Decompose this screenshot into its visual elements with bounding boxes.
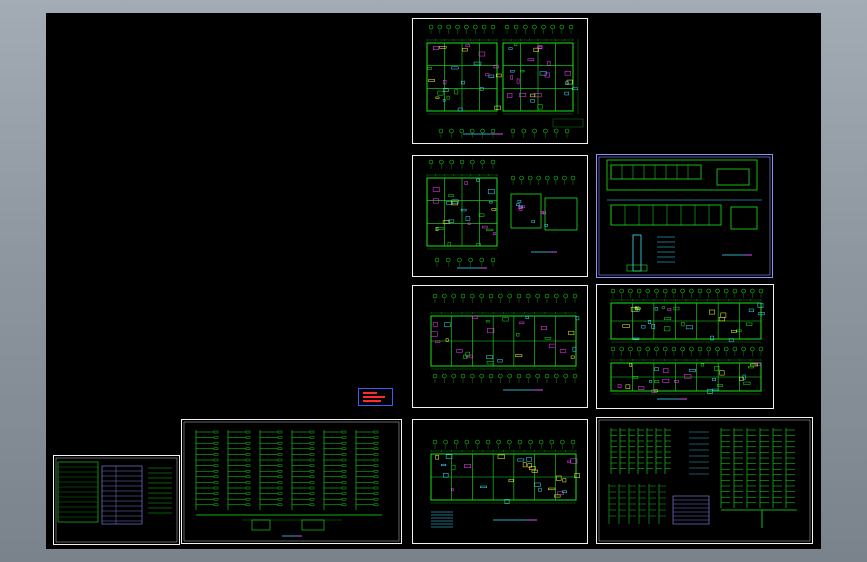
sheet-system-diagram[interactable] [596, 417, 813, 544]
sheet-site-plan[interactable] [596, 154, 773, 278]
legend-line [363, 396, 385, 398]
plan-drawing [426, 24, 584, 138]
plan-drawing [610, 288, 765, 400]
legend-line [363, 400, 381, 402]
cad-model-space[interactable] [46, 13, 821, 549]
plan-drawing [430, 293, 580, 391]
legend-box[interactable] [358, 388, 393, 406]
sheet-floor-plan-typical[interactable] [412, 18, 588, 144]
plan-drawing [426, 159, 578, 269]
sheet-long-plan-3[interactable] [412, 419, 588, 544]
sheet-long-plan-2[interactable] [596, 284, 774, 409]
sheet-legend-table[interactable] [53, 455, 180, 545]
riser-drawing [183, 421, 400, 542]
plan-drawing [430, 439, 580, 528]
legend-line [363, 392, 377, 394]
sheet-floor-plan-units[interactable] [412, 155, 588, 277]
sheet-riser-diagram[interactable] [181, 419, 402, 544]
system-drawing [598, 419, 811, 542]
sheet-long-plan-1[interactable] [412, 285, 588, 408]
site-drawing [598, 156, 771, 276]
table-drawing [55, 457, 178, 543]
